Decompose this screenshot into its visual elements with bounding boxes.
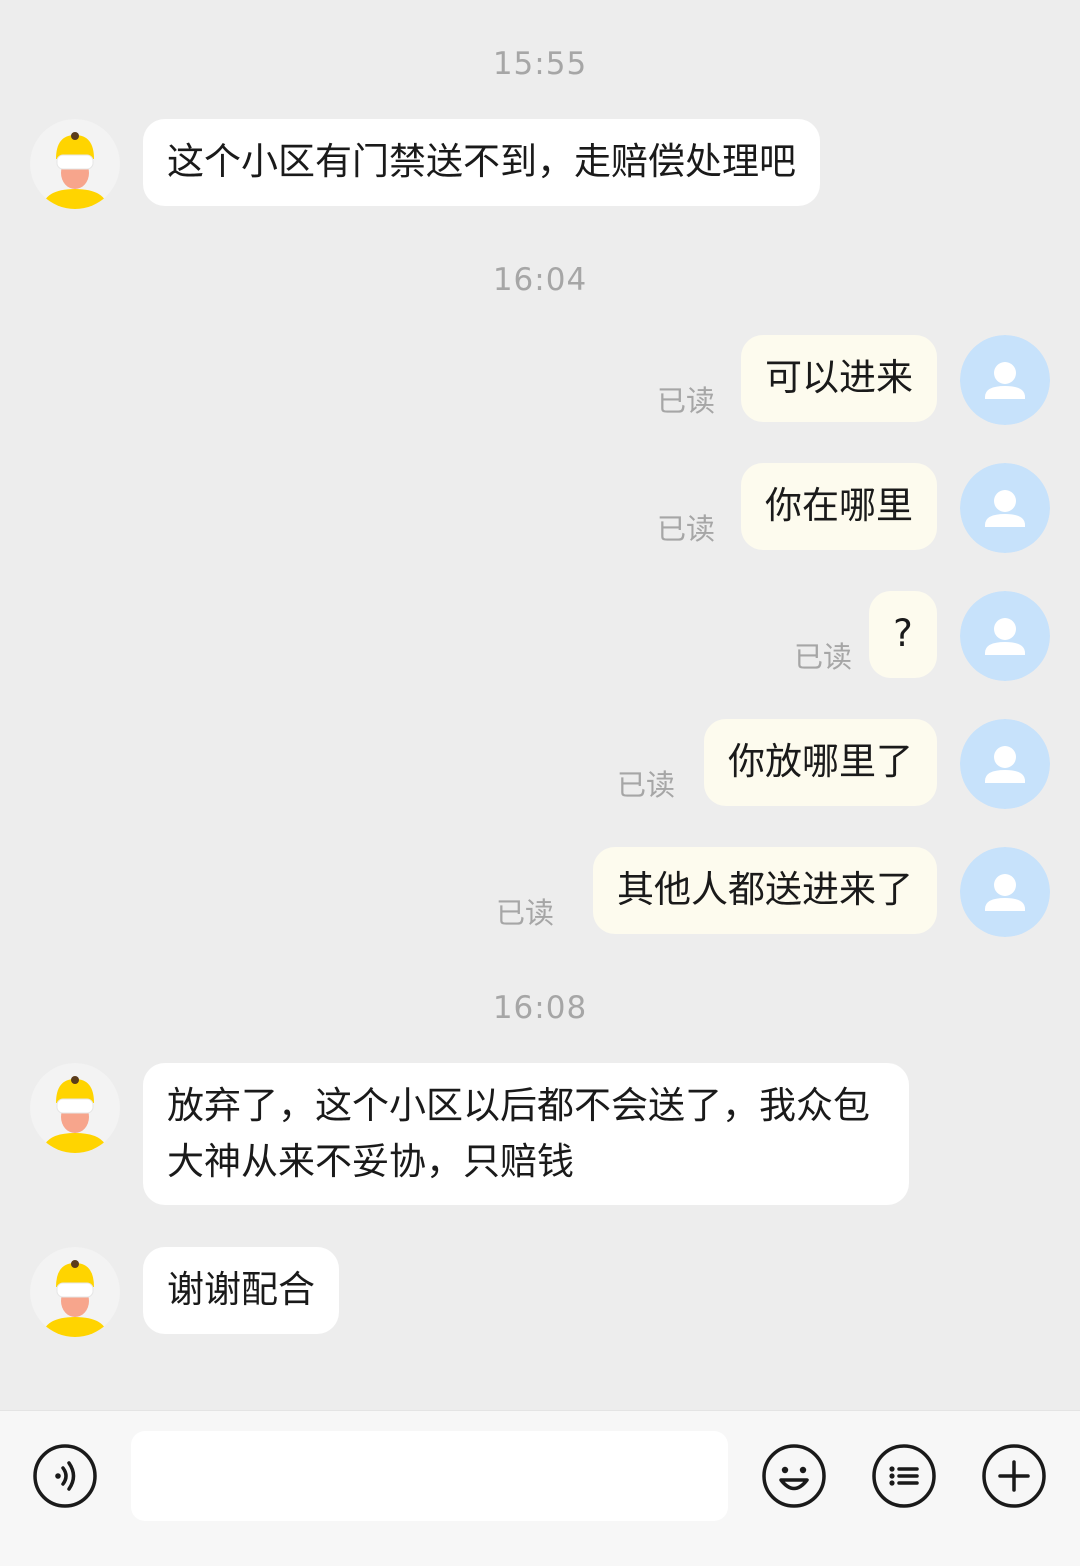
timestamp: 16:04 xyxy=(492,262,588,298)
courier-avatar-icon xyxy=(30,1063,120,1153)
chat-area[interactable]: 15:55 这个小区有门禁送不到，走赔偿处理吧 16:04 已读 可以进来 已读… xyxy=(0,0,1080,1410)
emoji-icon xyxy=(762,1444,826,1508)
emoji-button[interactable] xyxy=(761,1443,827,1509)
courier-avatar-icon xyxy=(30,119,120,209)
voice-button[interactable] xyxy=(32,1443,98,1509)
user-icon xyxy=(960,719,1050,809)
quick-reply-icon xyxy=(872,1444,936,1508)
read-status: 已读 xyxy=(656,512,715,546)
timestamp: 15:55 xyxy=(492,46,588,82)
user-avatar[interactable] xyxy=(960,335,1050,425)
read-status: 已读 xyxy=(616,768,675,802)
courier-avatar[interactable] xyxy=(30,1063,120,1153)
user-icon xyxy=(960,463,1050,553)
user-avatar[interactable] xyxy=(960,463,1050,553)
user-icon xyxy=(960,847,1050,937)
read-status: 已读 xyxy=(495,896,554,930)
outgoing-message[interactable]: ? xyxy=(869,591,937,678)
voice-icon xyxy=(33,1444,97,1508)
user-avatar[interactable] xyxy=(960,847,1050,937)
user-icon xyxy=(960,335,1050,425)
courier-avatar[interactable] xyxy=(30,1247,120,1337)
outgoing-message[interactable]: 你在哪里 xyxy=(741,463,937,550)
message-input[interactable] xyxy=(131,1431,728,1521)
user-avatar[interactable] xyxy=(960,591,1050,681)
user-icon xyxy=(960,591,1050,681)
quick-reply-button[interactable] xyxy=(871,1443,937,1509)
courier-avatar-icon xyxy=(30,1247,120,1337)
input-bar xyxy=(0,1410,1080,1566)
outgoing-message[interactable]: 其他人都送进来了 xyxy=(593,847,937,934)
incoming-message[interactable]: 谢谢配合 xyxy=(143,1247,339,1334)
outgoing-message[interactable]: 你放哪里了 xyxy=(704,719,937,806)
outgoing-message[interactable]: 可以进来 xyxy=(741,335,937,422)
courier-avatar[interactable] xyxy=(30,119,120,209)
read-status: 已读 xyxy=(656,384,715,418)
incoming-message[interactable]: 放弃了，这个小区以后都不会送了，我众包大神从来不妥协，只赔钱 xyxy=(143,1063,909,1205)
timestamp: 16:08 xyxy=(492,990,588,1026)
user-avatar[interactable] xyxy=(960,719,1050,809)
add-icon xyxy=(982,1444,1046,1508)
read-status: 已读 xyxy=(793,640,852,674)
add-button[interactable] xyxy=(981,1443,1047,1509)
incoming-message[interactable]: 这个小区有门禁送不到，走赔偿处理吧 xyxy=(143,119,820,206)
